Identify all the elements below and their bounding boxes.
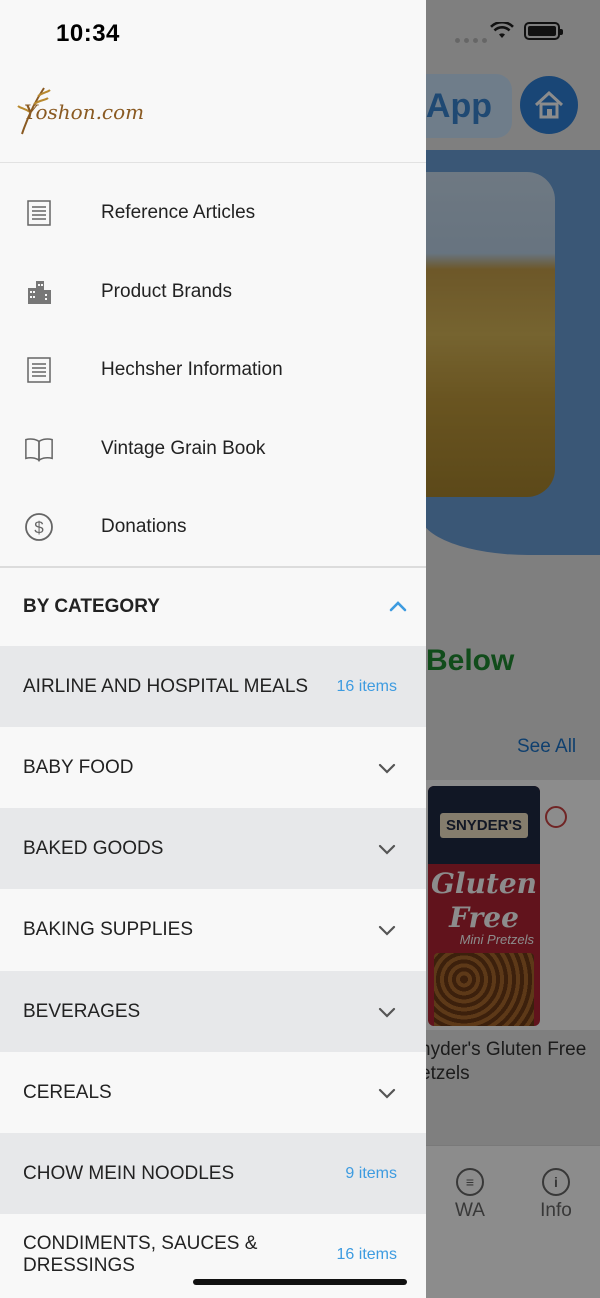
menu-item-reference-articles[interactable]: Reference Articles	[0, 174, 426, 252]
category-baking-supplies[interactable]: BAKING SUPPLIES	[0, 889, 426, 970]
battery-icon	[524, 22, 563, 40]
book-icon	[24, 434, 54, 464]
navigation-drawer: 10:34 Yoshon.com Reference Articles Prod…	[0, 0, 426, 1298]
document-icon	[24, 355, 54, 385]
category-label: BAKING SUPPLIES	[23, 918, 194, 940]
status-icons	[490, 22, 563, 40]
category-label: BEVERAGES	[23, 1000, 141, 1022]
category-label: BAKED GOODS	[23, 837, 164, 859]
chevron-down-icon[interactable]	[378, 762, 396, 774]
category-airline-and-hospital-meals[interactable]: AIRLINE AND HOSPITAL MEALS 16 items	[0, 646, 426, 727]
wifi-icon	[490, 22, 514, 38]
buildings-icon	[24, 277, 54, 307]
category-label: CHOW MEIN NOODLES	[23, 1162, 235, 1184]
chevron-down-icon[interactable]	[378, 1087, 396, 1099]
status-time: 10:34	[56, 20, 120, 47]
category-section-title: BY CATEGORY	[23, 596, 160, 617]
home-indicator[interactable]	[193, 1279, 407, 1285]
category-count: 9 items	[345, 1164, 397, 1182]
svg-text:$: $	[34, 518, 44, 537]
menu-item-donations[interactable]: $ Donations	[0, 488, 426, 566]
category-label: AIRLINE AND HOSPITAL MEALS	[23, 675, 309, 697]
chevron-down-icon[interactable]	[378, 924, 396, 936]
category-beverages[interactable]: BEVERAGES	[0, 971, 426, 1052]
menu-item-label: Hechsher Information	[101, 359, 283, 380]
category-label: CONDIMENTS, SAUCES & DRESSINGS	[23, 1232, 258, 1276]
category-baby-food[interactable]: BABY FOOD	[0, 727, 426, 808]
category-baked-goods[interactable]: BAKED GOODS	[0, 808, 426, 889]
category-chow-mein-noodles[interactable]: CHOW MEIN NOODLES 9 items	[0, 1133, 426, 1214]
menu-item-label: Reference Articles	[101, 202, 256, 223]
divider	[0, 162, 426, 163]
category-label: CEREALS	[23, 1081, 112, 1103]
menu-item-label: Donations	[101, 516, 187, 537]
chevron-up-icon[interactable]	[388, 598, 408, 614]
menu-item-label: Vintage Grain Book	[101, 438, 266, 459]
document-icon	[24, 198, 54, 228]
dollar-circle-icon: $	[24, 512, 54, 542]
category-label: BABY FOOD	[23, 756, 134, 778]
category-cereals[interactable]: CEREALS	[0, 1052, 426, 1133]
category-section-header[interactable]: BY CATEGORY	[0, 568, 426, 646]
category-count: 16 items	[336, 677, 397, 695]
brand-logo-text: Yoshon.com	[24, 100, 145, 124]
menu-item-label: Product Brands	[101, 281, 232, 302]
menu-item-hechsher-information[interactable]: Hechsher Information	[0, 331, 426, 409]
chevron-down-icon[interactable]	[378, 843, 396, 855]
category-count: 16 items	[336, 1245, 397, 1263]
chevron-down-icon[interactable]	[378, 1006, 396, 1018]
menu-item-product-brands[interactable]: Product Brands	[0, 253, 426, 331]
menu-item-vintage-grain-book[interactable]: Vintage Grain Book	[0, 410, 426, 488]
